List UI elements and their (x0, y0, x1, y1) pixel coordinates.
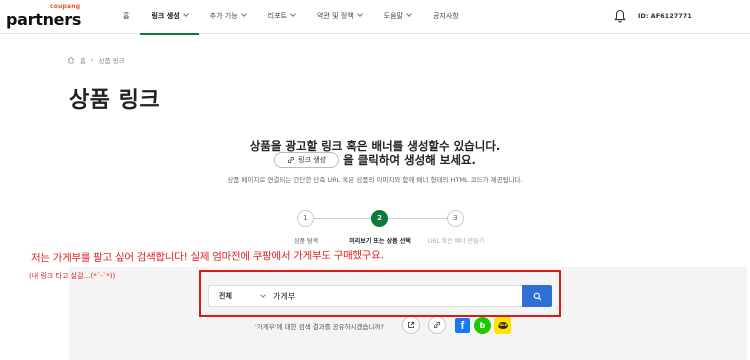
nav-item-label: 도움말 (383, 12, 403, 20)
intro-line-2-text: 을 클릭하여 생성해 보세요. (343, 153, 476, 167)
bell-icon[interactable] (614, 9, 626, 23)
logo-wordmark: partners (6, 10, 82, 29)
step-3-circle: 3 (447, 210, 464, 227)
link-icon (433, 321, 441, 329)
breadcrumb-separator: › (90, 56, 94, 64)
intro-line-3: 상품 페이지로 연결되는 간단한 단축 URL 혹은 상품의 이미지와 함께 배… (227, 176, 523, 184)
link-create-chip: 링크 생성 (274, 152, 340, 168)
link-icon (287, 156, 295, 164)
home-icon[interactable] (67, 56, 75, 64)
share-prompt: '가게부'에 대한 검색 결과를 공유하시겠습니까? (255, 323, 384, 331)
breadcrumb-home[interactable]: 홈 (80, 55, 86, 65)
nav-item-label: 추가 기능 (209, 12, 238, 20)
main-nav: 홈 링크 생성 추가 기능 리포트 약관 및 정책 도움말 공지사항 (112, 0, 470, 35)
nav-item-6[interactable]: 공지사항 (422, 0, 470, 34)
chevron-down-icon (406, 11, 412, 17)
chevron-down-icon (240, 11, 247, 17)
page-title: 상품 링크 (69, 88, 161, 113)
nav-item-1[interactable]: 링크 생성 (140, 0, 199, 35)
nav-item-label: 약관 및 정책 (316, 12, 354, 20)
copy-link-button[interactable] (428, 316, 446, 334)
chevron-down-icon (182, 11, 189, 17)
step-1-circle: 1 (297, 210, 314, 227)
chevron-down-icon (290, 11, 296, 17)
link-create-chip-label: 링크 생성 (298, 156, 327, 164)
top-header: coupang partners 홈 링크 생성 추가 기능 리포트 약관 및 정책 도움… (0, 0, 750, 35)
annotation-subtext: (내 링크 타고 살걸…(*´-`*)) (29, 272, 116, 280)
step-connector (306, 218, 380, 219)
step-connector (380, 218, 456, 219)
nav-item-5[interactable]: 도움말 (373, 0, 422, 34)
kakaotalk-share-icon[interactable]: TALK (494, 317, 511, 334)
nav-item-4[interactable]: 약관 및 정책 (306, 0, 373, 34)
page: coupang partners 홈 링크 생성 추가 기능 리포트 약관 및 정책 도움… (0, 0, 750, 360)
intro-line-2: 링크 생성 을 클릭하여 생성해 보세요. (0, 152, 750, 168)
kakao-bubble-icon: TALK (497, 322, 508, 329)
nav-item-label: 홈 (123, 12, 130, 20)
external-link-icon (408, 321, 415, 328)
nav-item-label: 공지사항 (432, 12, 459, 20)
step-3-label: URL 혹은 배너 만들기 (427, 238, 485, 245)
open-external-button[interactable] (402, 316, 420, 334)
user-id[interactable]: ID: AF6127771 (638, 12, 692, 20)
breadcrumb-current: 상품 링크 (98, 57, 125, 65)
nav-item-2[interactable]: 추가 기능 (199, 0, 257, 34)
nav-item-3[interactable]: 리포트 (257, 0, 306, 34)
step-2-circle: 2 (371, 210, 388, 227)
nav-item-label: 링크 생성 (151, 12, 180, 20)
facebook-share-icon[interactable]: f (455, 318, 470, 333)
chevron-down-icon (356, 11, 363, 17)
band-share-icon[interactable]: b (474, 317, 491, 334)
highlight-box (199, 270, 561, 317)
nav-item-0[interactable]: 홈 (112, 0, 140, 34)
annotation-text: 저는 가게부를 팔고 싶어 검색합니다! 실제 엄마전에 쿠팡에서 가게부도 구… (30, 249, 384, 265)
logo-brand: coupang (50, 3, 81, 10)
breadcrumb: 홈 › 상품 링크 (67, 55, 125, 65)
nav-item-label: 리포트 (267, 12, 287, 20)
logo[interactable]: coupang partners (6, 3, 81, 31)
